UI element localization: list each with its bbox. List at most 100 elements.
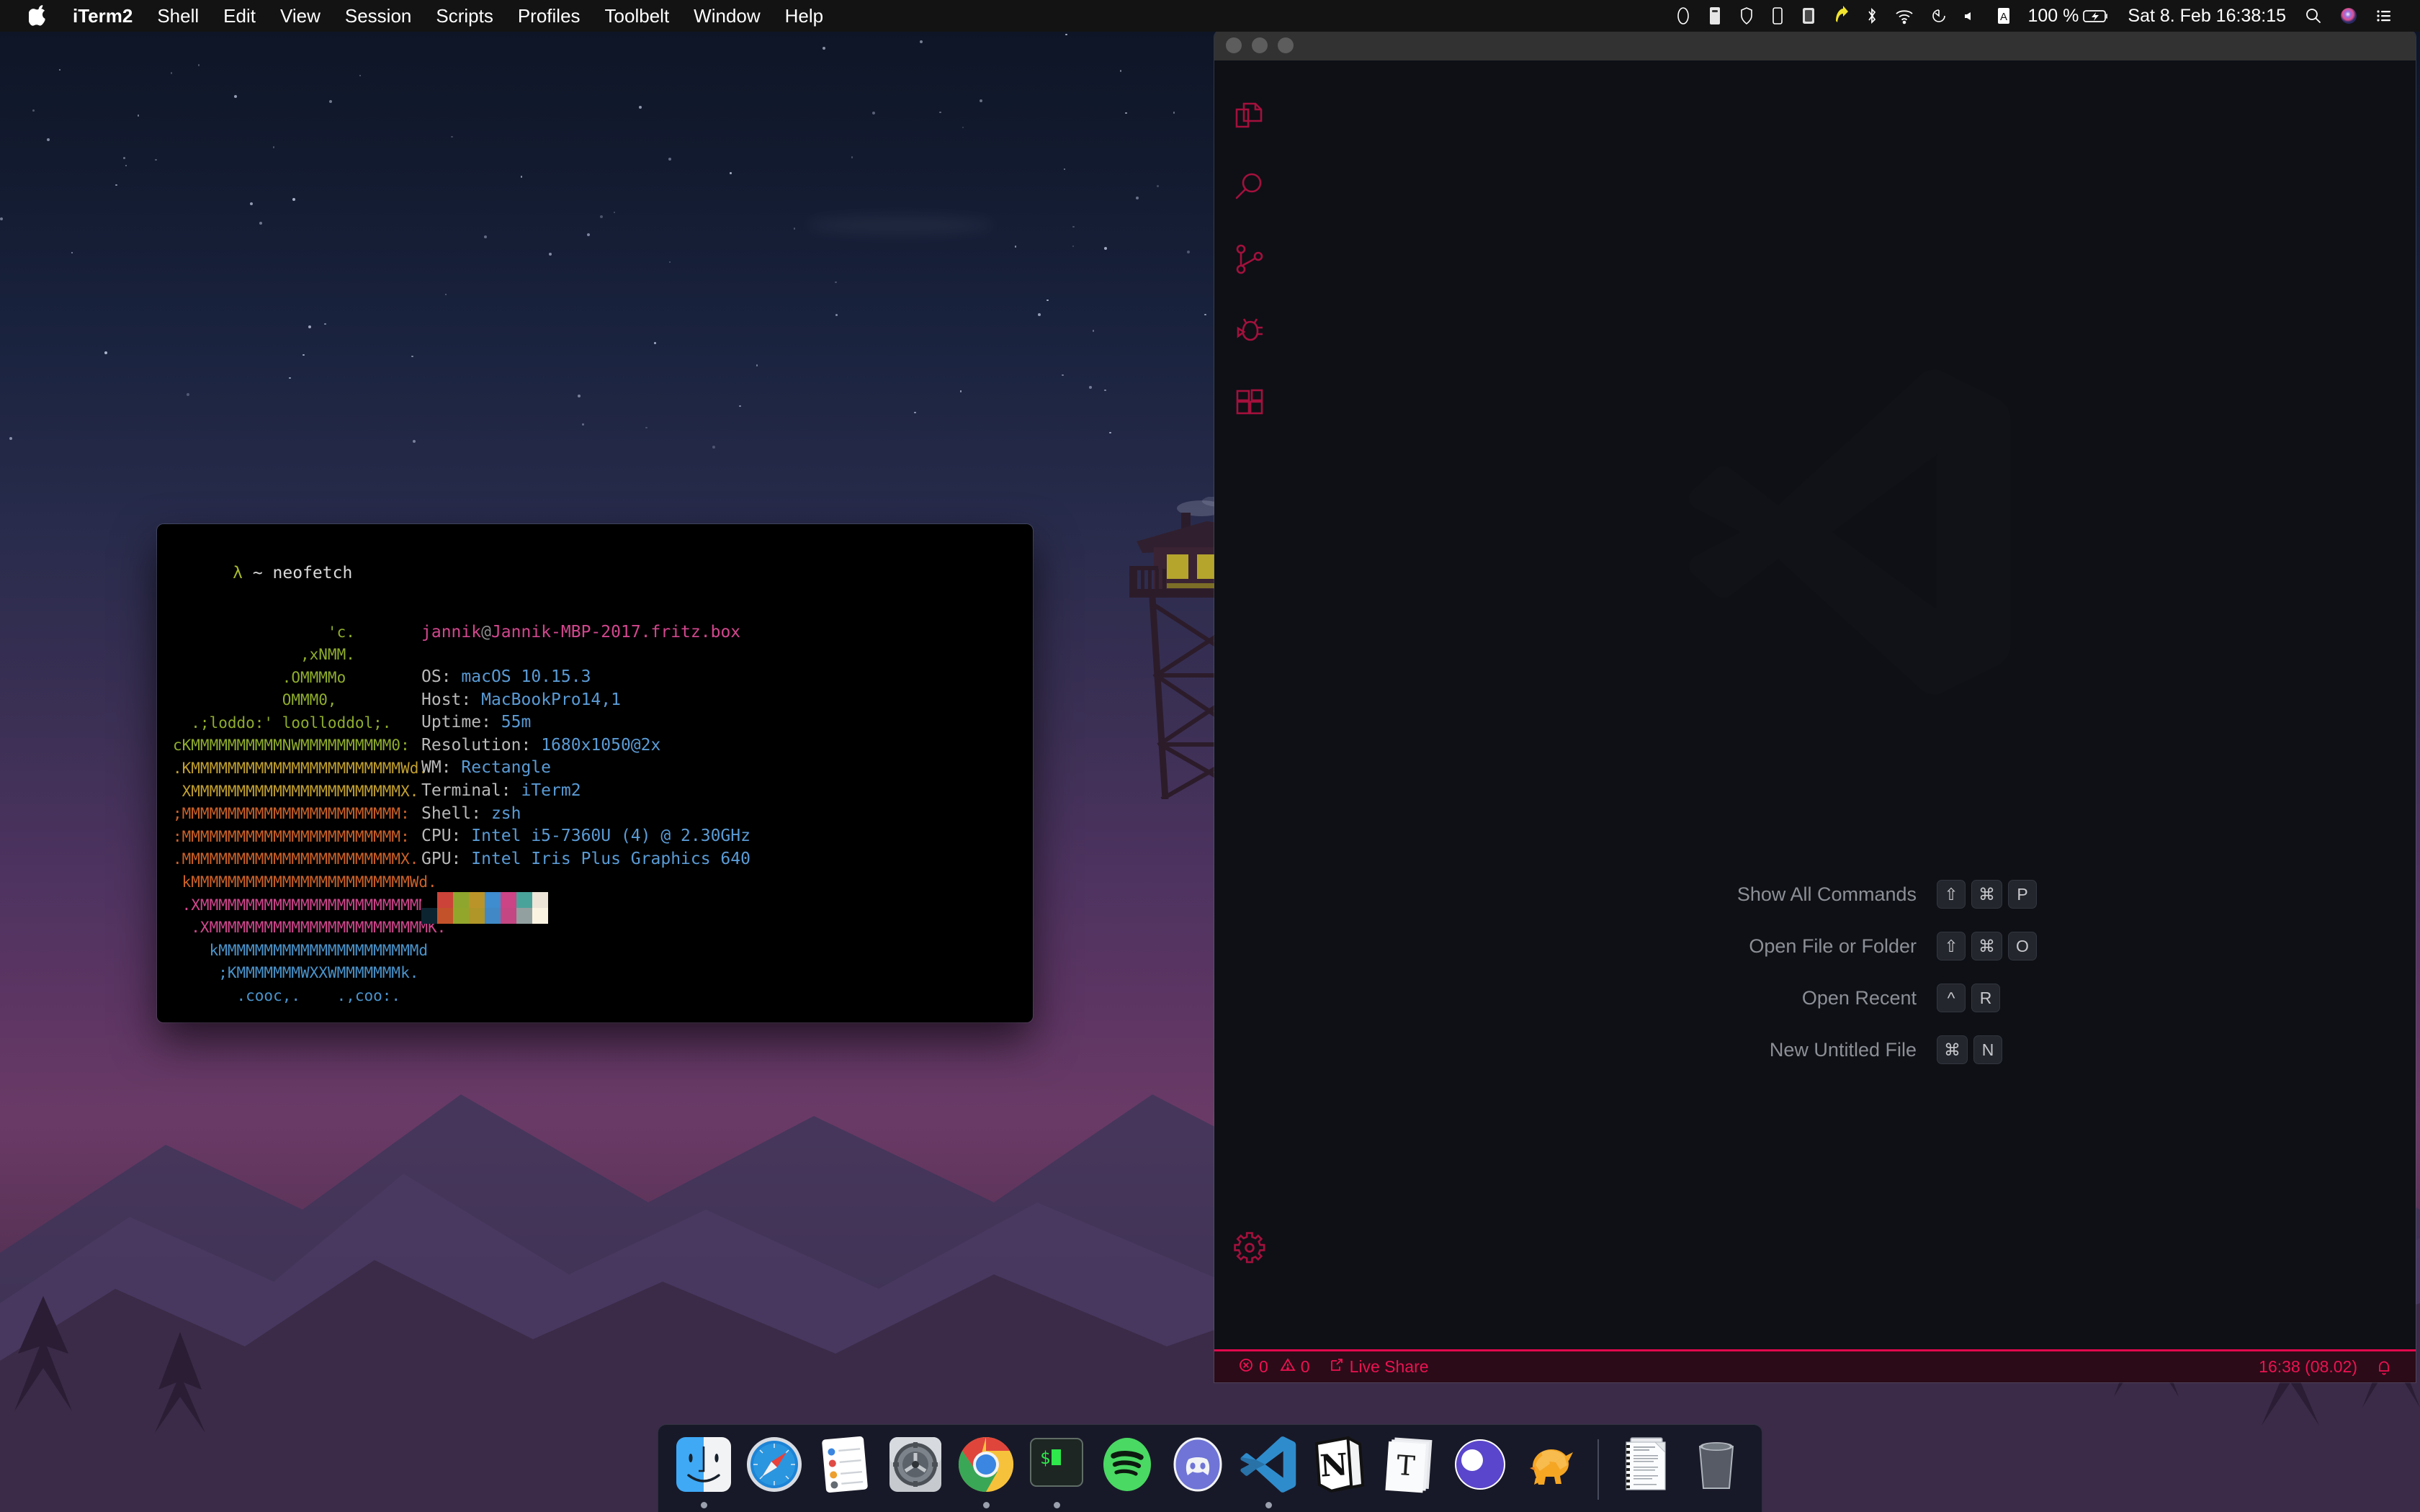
ascii-art-line: :MMMMMMMMMMMMMMMMMMMMMMMM: xyxy=(173,826,421,849)
info-value: iTerm2 xyxy=(521,781,581,800)
phone-icon[interactable] xyxy=(1762,0,1793,32)
extensions-icon[interactable] xyxy=(1214,367,1285,439)
menu-item-view[interactable]: View xyxy=(268,0,333,32)
shortcut-keys: ⇧ ⌘ O xyxy=(1937,932,2167,960)
battery-charging-icon[interactable] xyxy=(2082,0,2118,32)
shortcut-row-new-untitled-file[interactable]: New Untitled File ⌘ N xyxy=(1285,1024,2416,1076)
vscode-window[interactable]: Show All Commands ⇧ ⌘ P Open File or Fol… xyxy=(1214,30,2416,1382)
wallpaper-star xyxy=(582,423,584,426)
status-live-share[interactable]: Live Share xyxy=(1319,1357,1438,1377)
dock-item-typora[interactable]: T xyxy=(1374,1431,1445,1512)
neofetch-info-row: Terminal: iTerm2 xyxy=(421,780,750,803)
wallpaper-star xyxy=(600,215,603,218)
wallpaper-star xyxy=(794,228,796,230)
menu-item-scripts[interactable]: Scripts xyxy=(424,0,505,32)
shortcut-row-open-file-or-folder[interactable]: Open File or Folder ⇧ ⌘ O xyxy=(1285,920,2416,972)
neofetch-ascii-art: 'c. ,xNMM. .OMMMMo OMMM0, .;loddo:' lool… xyxy=(173,621,421,1008)
flash-drive-icon[interactable] xyxy=(1699,0,1731,32)
keycap-letter: N xyxy=(1973,1035,2002,1064)
dock-item-moon-app[interactable] xyxy=(1445,1431,1515,1512)
menu-item-profiles[interactable]: Profiles xyxy=(506,0,593,32)
menu-item-toolbelt[interactable]: Toolbelt xyxy=(593,0,682,32)
terminal-body[interactable]: λ ~ neofetch 'c. ,xNMM. .OMMMMo OMMM0, .… xyxy=(157,524,1033,1022)
wallpaper-star xyxy=(259,222,262,225)
wallpaper-star xyxy=(445,294,447,296)
close-button[interactable] xyxy=(1226,37,1242,53)
wallpaper-star xyxy=(171,72,173,74)
ascii-art-line: .XMMMMMMMMMMMMMMMMMMMMMMMMMMk xyxy=(173,894,421,917)
keycap-shift: ⇧ xyxy=(1937,932,1966,960)
dock-item-trash[interactable] xyxy=(1681,1431,1752,1512)
dock-item-notion[interactable]: N xyxy=(1304,1431,1374,1512)
shortcut-row-open-recent[interactable]: Open Recent ^ R xyxy=(1285,972,2416,1024)
menu-item-help[interactable]: Help xyxy=(773,0,835,32)
bell-icon[interactable] xyxy=(2367,1359,2401,1376)
gear-icon[interactable] xyxy=(1214,1211,1285,1283)
wallpaper-star xyxy=(1204,314,1206,316)
search-icon[interactable] xyxy=(2296,0,2331,32)
menu-item-window[interactable]: Window xyxy=(681,0,772,32)
palette-swatch xyxy=(453,892,469,908)
palette-swatch xyxy=(485,892,501,908)
wallpaper-star xyxy=(302,354,305,356)
menu-item-edit[interactable]: Edit xyxy=(211,0,268,32)
shortcut-keys: ⌘ N xyxy=(1937,1035,2167,1064)
screen-icon[interactable] xyxy=(1793,0,1824,32)
dock-item-google-chrome[interactable] xyxy=(951,1431,1021,1512)
wifi-icon[interactable] xyxy=(1886,0,1922,32)
iterm2-window[interactable]: λ ~ neofetch 'c. ,xNMM. .OMMMMo OMMM0, .… xyxy=(157,524,1033,1022)
maximize-button[interactable] xyxy=(1278,37,1294,53)
dock-item-system-preferences[interactable] xyxy=(880,1431,951,1512)
keycap-command: ⌘ xyxy=(1971,880,2002,909)
status-clock[interactable]: 16:38 (08.02) xyxy=(2249,1357,2367,1377)
bluetooth-icon[interactable] xyxy=(1857,0,1886,32)
wallpaper-star xyxy=(1157,185,1159,187)
wallpaper-star xyxy=(914,412,916,414)
menu-item-session[interactable]: Session xyxy=(333,0,424,32)
menu-bar-clock[interactable]: Sat 8. Feb 16:38:15 xyxy=(2118,0,2296,32)
siri-icon[interactable] xyxy=(2331,0,2367,32)
dock-item-finder[interactable] xyxy=(668,1431,739,1512)
wallpaper-star xyxy=(123,157,125,159)
source-control-icon[interactable] xyxy=(1214,223,1285,295)
dock-item-postgresql[interactable] xyxy=(1515,1431,1586,1512)
wallpaper-star xyxy=(1125,112,1127,114)
terminal-command: neofetch xyxy=(273,564,353,582)
dock-item-spotify[interactable] xyxy=(1092,1431,1162,1512)
dock-item-iterm2[interactable]: $ xyxy=(1021,1431,1092,1512)
control-center-icon[interactable] xyxy=(2367,0,2401,32)
palette-swatch xyxy=(485,908,501,924)
dock-item-reminders[interactable] xyxy=(810,1431,880,1512)
ascii-art-line: cKMMMMMMMMMMNWMMMMMMMMMM0: xyxy=(173,734,421,757)
time-machine-icon[interactable] xyxy=(1922,0,1955,32)
oval-outline-icon[interactable] xyxy=(1667,0,1699,32)
explorer-icon[interactable] xyxy=(1214,79,1285,151)
volume-icon[interactable] xyxy=(1955,0,1987,32)
dock-item-visual-studio-code[interactable] xyxy=(1233,1431,1304,1512)
info-value: macOS 10.15.3 xyxy=(461,667,591,686)
vscode-editor-area[interactable]: Show All Commands ⇧ ⌘ P Open File or Fol… xyxy=(1285,60,2416,1349)
minimize-button[interactable] xyxy=(1252,37,1268,53)
keycap-command: ⌘ xyxy=(1937,1035,1968,1064)
search-icon[interactable] xyxy=(1214,151,1285,223)
menu-item-shell[interactable]: Shell xyxy=(145,0,211,32)
ascii-art-line: .MMMMMMMMMMMMMMMMMMMMMMMMX. xyxy=(173,848,421,871)
dock-item-safari[interactable] xyxy=(739,1431,810,1512)
yellow-arrow-icon[interactable] xyxy=(1824,0,1857,32)
wallpaper-star xyxy=(739,405,741,408)
dock-item-document-stack[interactable] xyxy=(1610,1431,1681,1512)
apple-logo-icon[interactable] xyxy=(16,0,60,32)
shield-icon[interactable] xyxy=(1731,0,1762,32)
info-value: 1680x1050@2x xyxy=(541,736,660,755)
shortcut-row-show-all-commands[interactable]: Show All Commands ⇧ ⌘ P xyxy=(1285,868,2416,920)
svg-text:T: T xyxy=(1396,1449,1416,1482)
debug-icon[interactable] xyxy=(1214,295,1285,367)
dock-item-discord[interactable] xyxy=(1162,1431,1233,1512)
wallpaper-star xyxy=(835,314,838,316)
status-problems[interactable]: 0 0 xyxy=(1229,1357,1319,1377)
input-source-A-icon[interactable]: A xyxy=(1987,0,2020,32)
finder-icon xyxy=(673,1434,735,1495)
vscode-activity-bar xyxy=(1214,60,1285,1349)
vscode-title-bar[interactable] xyxy=(1214,30,2416,60)
menu-item-iterm2[interactable]: iTerm2 xyxy=(60,0,145,32)
